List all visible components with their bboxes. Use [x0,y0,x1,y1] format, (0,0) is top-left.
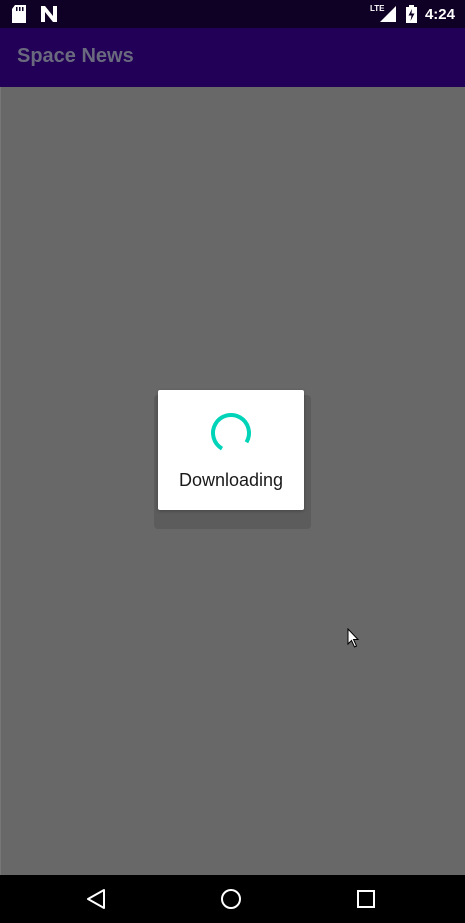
app-title: Space News [17,45,134,67]
n-notification-icon [41,6,57,22]
home-icon[interactable] [219,887,243,911]
battery-charging-icon [405,5,417,23]
mouse-cursor-icon [347,628,360,648]
navigation-bar [0,875,465,923]
status-icons-left [12,5,58,23]
sd-card-icon [12,5,26,23]
status-bar: LTE 4:24 [0,0,465,28]
status-icons-right: LTE 4:24 [370,4,455,24]
signal-icon: LTE [370,4,398,24]
dialog-message: Downloading [178,470,284,490]
loading-spinner-icon [210,413,251,453]
back-icon[interactable] [84,887,108,911]
content-edge [0,87,1,875]
status-time: 4:24 [424,5,455,23]
app-bar: Space News [0,28,465,87]
recents-icon[interactable] [354,887,378,911]
progress-dialog: Downloading [158,390,304,510]
